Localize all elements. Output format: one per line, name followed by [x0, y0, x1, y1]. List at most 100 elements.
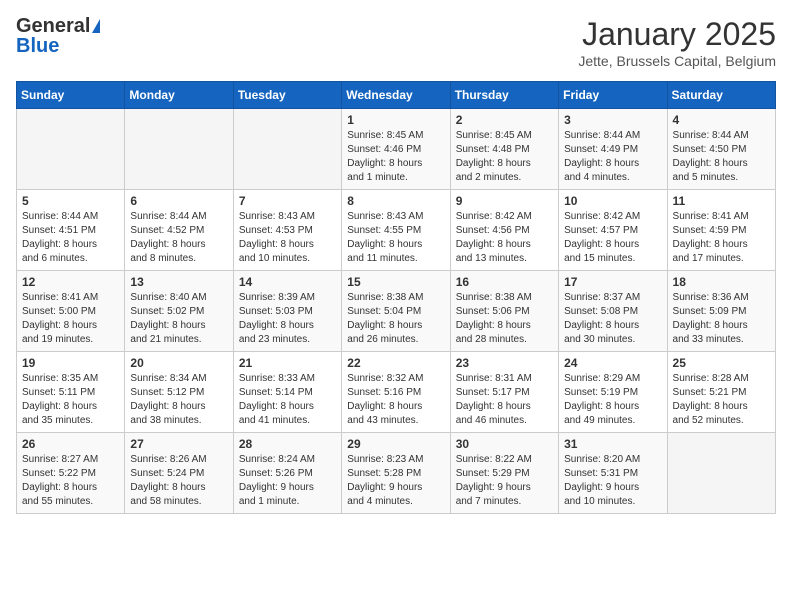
day-number: 19 — [22, 356, 119, 370]
day-info: Sunrise: 8:22 AM Sunset: 5:29 PM Dayligh… — [456, 453, 553, 509]
day-info: Sunrise: 8:43 AM Sunset: 4:53 PM Dayligh… — [239, 210, 336, 266]
day-number: 13 — [130, 275, 227, 289]
calendar-cell: 15Sunrise: 8:38 AM Sunset: 5:04 PM Dayli… — [342, 271, 450, 352]
day-info: Sunrise: 8:31 AM Sunset: 5:17 PM Dayligh… — [456, 372, 553, 428]
day-info: Sunrise: 8:44 AM Sunset: 4:49 PM Dayligh… — [564, 129, 661, 185]
calendar-week-row: 1 Sunrise: 8:45 AM Sunset: 4:46 PM Daylig… — [17, 109, 776, 190]
calendar-cell: 29 Sunrise: 8:23 AM Sunset: 5:28 PM Dayli… — [342, 433, 450, 514]
day-info: Sunrise: 8:39 AM Sunset: 5:03 PM Dayligh… — [239, 291, 336, 347]
weekday-header: Saturday — [667, 82, 775, 109]
day-number: 5 — [22, 194, 119, 208]
day-number: 2 — [456, 113, 553, 127]
day-number: 30 — [456, 437, 553, 451]
calendar-cell — [125, 109, 233, 190]
day-info: Sunrise: 8:35 AM Sunset: 5:11 PM Dayligh… — [22, 372, 119, 428]
day-number: 3 — [564, 113, 661, 127]
calendar-cell: 22 Sunrise: 8:32 AM Sunset: 5:16 PM Dayli… — [342, 352, 450, 433]
day-info: Sunrise: 8:40 AM Sunset: 5:02 PM Dayligh… — [130, 291, 227, 347]
day-number: 26 — [22, 437, 119, 451]
weekday-header: Sunday — [17, 82, 125, 109]
weekday-header: Wednesday — [342, 82, 450, 109]
day-number: 17 — [564, 275, 661, 289]
calendar-cell: 28 Sunrise: 8:24 AM Sunset: 5:26 PM Dayli… — [233, 433, 341, 514]
calendar-cell: 24 Sunrise: 8:29 AM Sunset: 5:19 PM Dayli… — [559, 352, 667, 433]
day-number: 22 — [347, 356, 444, 370]
day-number: 14 — [239, 275, 336, 289]
calendar-week-row: 5 Sunrise: 8:44 AM Sunset: 4:51 PM Daylig… — [17, 190, 776, 271]
calendar-cell — [667, 433, 775, 514]
logo-triangle-icon — [92, 19, 100, 33]
location-title: Jette, Brussels Capital, Belgium — [578, 53, 776, 69]
day-info: Sunrise: 8:44 AM Sunset: 4:52 PM Dayligh… — [130, 210, 227, 266]
day-number: 16 — [456, 275, 553, 289]
calendar-cell: 4 Sunrise: 8:44 AM Sunset: 4:50 PM Daylig… — [667, 109, 775, 190]
calendar-cell: 27 Sunrise: 8:26 AM Sunset: 5:24 PM Dayli… — [125, 433, 233, 514]
logo: General Blue — [16, 16, 100, 56]
day-number: 10 — [564, 194, 661, 208]
day-number: 23 — [456, 356, 553, 370]
day-number: 21 — [239, 356, 336, 370]
weekday-header: Friday — [559, 82, 667, 109]
calendar-cell — [17, 109, 125, 190]
day-number: 28 — [239, 437, 336, 451]
day-number: 25 — [673, 356, 770, 370]
calendar-cell: 12Sunrise: 8:41 AM Sunset: 5:00 PM Dayli… — [17, 271, 125, 352]
day-info: Sunrise: 8:23 AM Sunset: 5:28 PM Dayligh… — [347, 453, 444, 509]
logo-general-text: General — [16, 16, 90, 36]
page-header: General Blue January 2025 Jette, Brussel… — [16, 16, 776, 69]
calendar-cell: 10 Sunrise: 8:42 AM Sunset: 4:57 PM Dayli… — [559, 190, 667, 271]
day-info: Sunrise: 8:27 AM Sunset: 5:22 PM Dayligh… — [22, 453, 119, 509]
calendar-cell: 13 Sunrise: 8:40 AM Sunset: 5:02 PM Dayli… — [125, 271, 233, 352]
day-info: Sunrise: 8:41 AM Sunset: 4:59 PM Dayligh… — [673, 210, 770, 266]
day-number: 1 — [347, 113, 444, 127]
calendar-week-row: 26 Sunrise: 8:27 AM Sunset: 5:22 PM Dayli… — [17, 433, 776, 514]
calendar-cell: 19 Sunrise: 8:35 AM Sunset: 5:11 PM Dayli… — [17, 352, 125, 433]
day-number: 11 — [673, 194, 770, 208]
calendar-header-row: SundayMondayTuesdayWednesdayThursdayFrid… — [17, 82, 776, 109]
day-info: Sunrise: 8:38 AM Sunset: 5:04 PM Dayligh… — [347, 291, 444, 347]
day-info: Sunrise: 8:32 AM Sunset: 5:16 PM Dayligh… — [347, 372, 444, 428]
day-info: Sunrise: 8:33 AM Sunset: 5:14 PM Dayligh… — [239, 372, 336, 428]
day-info: Sunrise: 8:41 AM Sunset: 5:00 PM Dayligh… — [22, 291, 119, 347]
month-title: January 2025 — [578, 16, 776, 53]
day-info: Sunrise: 8:43 AM Sunset: 4:55 PM Dayligh… — [347, 210, 444, 266]
logo-blue-text: Blue — [16, 36, 59, 56]
day-number: 8 — [347, 194, 444, 208]
calendar-cell — [233, 109, 341, 190]
calendar-cell: 21 Sunrise: 8:33 AM Sunset: 5:14 PM Dayli… — [233, 352, 341, 433]
calendar-cell: 14 Sunrise: 8:39 AM Sunset: 5:03 PM Dayli… — [233, 271, 341, 352]
day-info: Sunrise: 8:45 AM Sunset: 4:46 PM Dayligh… — [347, 129, 444, 185]
day-info: Sunrise: 8:29 AM Sunset: 5:19 PM Dayligh… — [564, 372, 661, 428]
calendar-cell: 5 Sunrise: 8:44 AM Sunset: 4:51 PM Daylig… — [17, 190, 125, 271]
calendar-cell: 23 Sunrise: 8:31 AM Sunset: 5:17 PM Dayli… — [450, 352, 558, 433]
day-number: 6 — [130, 194, 227, 208]
title-block: January 2025 Jette, Brussels Capital, Be… — [578, 16, 776, 69]
calendar-cell: 26 Sunrise: 8:27 AM Sunset: 5:22 PM Dayli… — [17, 433, 125, 514]
day-info: Sunrise: 8:24 AM Sunset: 5:26 PM Dayligh… — [239, 453, 336, 509]
day-number: 24 — [564, 356, 661, 370]
day-info: Sunrise: 8:42 AM Sunset: 4:56 PM Dayligh… — [456, 210, 553, 266]
day-number: 7 — [239, 194, 336, 208]
calendar-cell: 25Sunrise: 8:28 AM Sunset: 5:21 PM Dayli… — [667, 352, 775, 433]
calendar-cell: 20Sunrise: 8:34 AM Sunset: 5:12 PM Dayli… — [125, 352, 233, 433]
day-info: Sunrise: 8:42 AM Sunset: 4:57 PM Dayligh… — [564, 210, 661, 266]
calendar-cell: 3 Sunrise: 8:44 AM Sunset: 4:49 PM Daylig… — [559, 109, 667, 190]
day-info: Sunrise: 8:45 AM Sunset: 4:48 PM Dayligh… — [456, 129, 553, 185]
weekday-header: Monday — [125, 82, 233, 109]
calendar-cell: 7 Sunrise: 8:43 AM Sunset: 4:53 PM Daylig… — [233, 190, 341, 271]
day-info: Sunrise: 8:38 AM Sunset: 5:06 PM Dayligh… — [456, 291, 553, 347]
day-info: Sunrise: 8:26 AM Sunset: 5:24 PM Dayligh… — [130, 453, 227, 509]
calendar-cell: 1 Sunrise: 8:45 AM Sunset: 4:46 PM Daylig… — [342, 109, 450, 190]
weekday-header: Thursday — [450, 82, 558, 109]
day-number: 4 — [673, 113, 770, 127]
day-number: 18 — [673, 275, 770, 289]
calendar-cell: 31Sunrise: 8:20 AM Sunset: 5:31 PM Dayli… — [559, 433, 667, 514]
day-number: 29 — [347, 437, 444, 451]
day-number: 31 — [564, 437, 661, 451]
calendar-table: SundayMondayTuesdayWednesdayThursdayFrid… — [16, 81, 776, 514]
day-info: Sunrise: 8:44 AM Sunset: 4:50 PM Dayligh… — [673, 129, 770, 185]
day-info: Sunrise: 8:37 AM Sunset: 5:08 PM Dayligh… — [564, 291, 661, 347]
day-number: 27 — [130, 437, 227, 451]
day-info: Sunrise: 8:44 AM Sunset: 4:51 PM Dayligh… — [22, 210, 119, 266]
calendar-week-row: 12Sunrise: 8:41 AM Sunset: 5:00 PM Dayli… — [17, 271, 776, 352]
